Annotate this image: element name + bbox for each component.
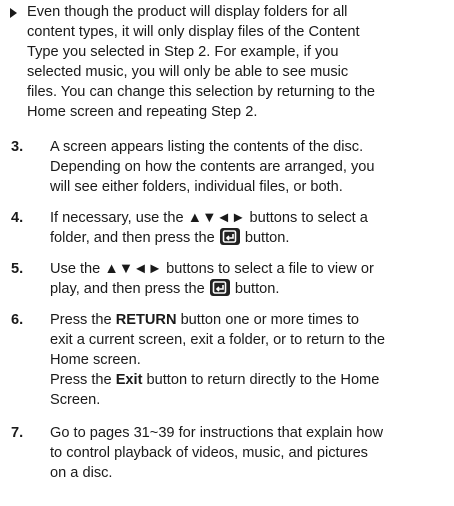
step-line: folder, and then press the button. bbox=[50, 228, 450, 248]
step-text: Go to pages 31~39 for instructions that … bbox=[50, 423, 450, 483]
step-line: Press the RETURN button one or more time… bbox=[50, 310, 450, 330]
step-line-part: button to return directly to the Home bbox=[142, 372, 380, 388]
note-bullet-icon bbox=[10, 8, 17, 18]
step-line: on a disc. bbox=[50, 465, 113, 481]
step-line: Press the Exit button to return directly… bbox=[50, 370, 450, 390]
note-line: selected music, you will only be able to… bbox=[27, 64, 349, 80]
note-text: Even though the product will display fol… bbox=[27, 2, 447, 122]
step-line: Depending on how the contents are arrang… bbox=[50, 159, 375, 175]
note-line: Even though the product will display fol… bbox=[27, 4, 348, 20]
step-number: 4. bbox=[11, 210, 24, 226]
step-text: If necessary, use the ▲▼◄► buttons to se… bbox=[50, 208, 450, 248]
step-line: will see either folders, individual file… bbox=[50, 179, 343, 195]
note-line: content types, it will only display file… bbox=[27, 24, 360, 40]
step-line: Go to pages 31~39 for instructions that … bbox=[50, 425, 384, 441]
step-line: exit a current screen, exit a folder, or… bbox=[50, 332, 386, 348]
step-text: A screen appears listing the contents of… bbox=[50, 137, 450, 197]
step-line: If necessary, use the ▲▼◄► buttons to se… bbox=[50, 210, 368, 226]
step-line: Use the ▲▼◄► buttons to select a file to… bbox=[50, 261, 374, 277]
step-number: 7. bbox=[11, 425, 24, 441]
step-text: Use the ▲▼◄► buttons to select a file to… bbox=[50, 259, 450, 299]
step-line: Screen. bbox=[50, 392, 101, 408]
note-line: Type you selected in Step 2. For example… bbox=[27, 44, 339, 60]
step-line: A screen appears listing the contents of… bbox=[50, 139, 364, 155]
step-number: 6. bbox=[11, 312, 24, 328]
step-line-part: Press the bbox=[50, 372, 116, 388]
step-text: Press the RETURN button one or more time… bbox=[50, 310, 450, 410]
step-line-part: button. bbox=[234, 281, 280, 297]
step-number: 3. bbox=[11, 139, 24, 155]
exit-button-label: Exit bbox=[115, 372, 143, 388]
step-line-part: button one or more times to bbox=[176, 312, 360, 328]
step-number: 5. bbox=[11, 261, 24, 277]
step-line: Home screen. bbox=[50, 352, 141, 368]
return-button-label: RETURN bbox=[115, 312, 177, 328]
step-line-part: play, and then press the bbox=[50, 281, 205, 297]
step-line-part: folder, and then press the bbox=[50, 230, 215, 246]
step-line-part: Press the bbox=[50, 312, 116, 328]
note-line: files. You can change this selection by … bbox=[27, 84, 376, 100]
enter-button-icon bbox=[209, 279, 230, 296]
note-line: Home screen and repeating Step 2. bbox=[27, 104, 258, 120]
step-line: play, and then press the button. bbox=[50, 279, 450, 299]
step-line: to control playback of videos, music, an… bbox=[50, 445, 368, 461]
step-line-part: button. bbox=[244, 230, 290, 246]
enter-button-icon bbox=[219, 228, 240, 245]
